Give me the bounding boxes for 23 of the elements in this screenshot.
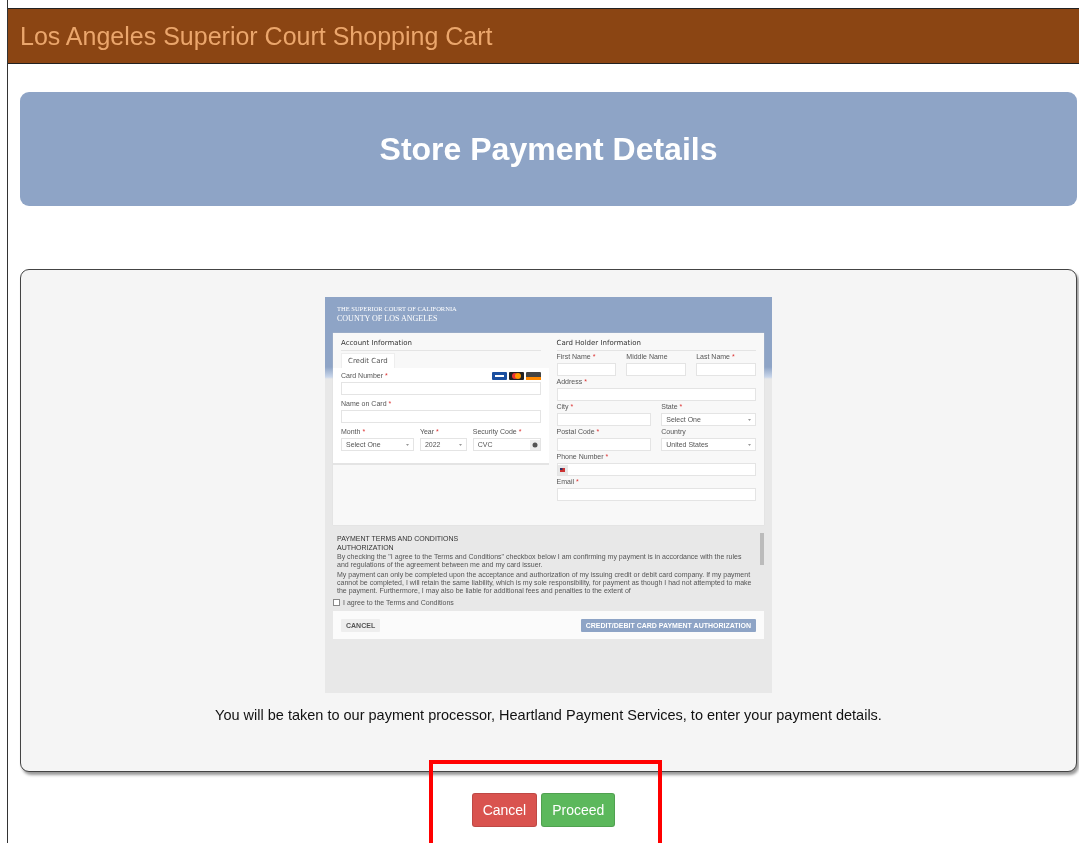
cancel-button[interactable]: Cancel bbox=[471, 793, 538, 827]
caret-icon bbox=[748, 443, 751, 446]
input-field[interactable] bbox=[556, 438, 652, 451]
input-field[interactable] bbox=[341, 382, 541, 395]
caret-icon bbox=[458, 443, 462, 446]
scrollbar[interactable] bbox=[760, 533, 764, 565]
site-title: Los Angeles Superior Court Shopping Cart bbox=[20, 21, 493, 51]
caption: You will be taken to our payment processor, Heartland Payment Services, to enter your payment details. bbox=[215, 707, 882, 723]
input-field[interactable] bbox=[556, 388, 756, 401]
input-field[interactable] bbox=[626, 363, 687, 376]
flag-icon bbox=[557, 464, 568, 475]
phone-field[interactable] bbox=[556, 463, 756, 476]
input-field[interactable] bbox=[556, 413, 652, 426]
input-field[interactable] bbox=[696, 363, 756, 376]
county-name: COUNTY OF LOS ANGELES bbox=[337, 314, 439, 323]
caret-icon bbox=[748, 418, 751, 421]
help-icon bbox=[529, 439, 540, 450]
checkbox[interactable] bbox=[333, 599, 340, 606]
caret-icon bbox=[405, 443, 409, 446]
input-field[interactable] bbox=[556, 363, 617, 376]
input-field[interactable] bbox=[556, 488, 756, 501]
input-field[interactable] bbox=[341, 410, 541, 423]
page-title: Store Payment Details bbox=[379, 130, 718, 168]
